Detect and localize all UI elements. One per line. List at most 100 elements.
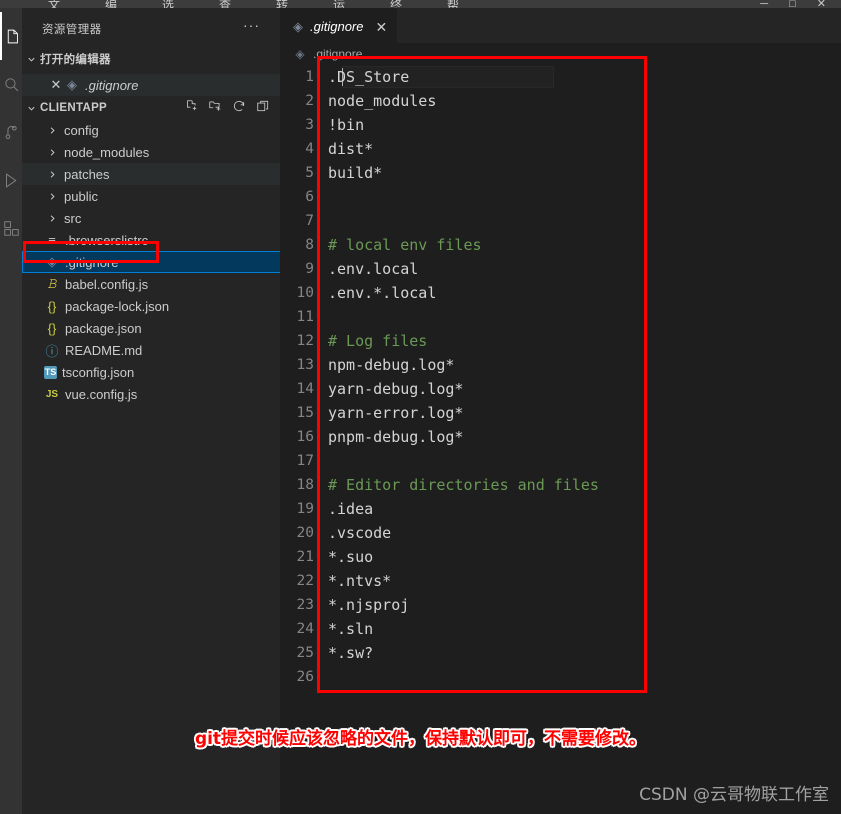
code-text: build* [328, 164, 383, 182]
code-text: node_modules [328, 92, 437, 110]
code-line[interactable]: 17 [280, 449, 841, 473]
chevron-down-icon [22, 54, 40, 65]
explorer-title-bar: 资源管理器 ··· [22, 17, 280, 40]
editor-group: ◈ .gitignore ✕ ◈ .gitignore 1 .DS_Store 2 n… [280, 8, 841, 814]
new-file-icon[interactable] [184, 99, 198, 118]
explorer-icon[interactable] [0, 12, 22, 60]
code-line[interactable]: 8 # local env files [280, 233, 841, 257]
code-line[interactable]: 1 .DS_Store [280, 65, 841, 89]
tab-close-icon[interactable]: ✕ [375, 20, 387, 34]
line-number: 17 [296, 453, 314, 469]
code-line[interactable]: 20 .vscode [280, 521, 841, 545]
code-line[interactable]: 4 dist* [280, 137, 841, 161]
tree-item-label: vue.config.js [65, 386, 138, 402]
project-section-header[interactable]: CLIENTAPP [22, 97, 280, 119]
menu-item-6[interactable]: 终端 [390, 0, 403, 8]
breadcrumb-label: .gitignore [313, 47, 363, 61]
code-line[interactable]: 24 *.sln [280, 617, 841, 641]
code-line[interactable]: 14 yarn-debug.log* [280, 377, 841, 401]
tree-item-label: README.md [65, 342, 143, 358]
code-line[interactable]: 2 node_modules [280, 89, 841, 113]
tree-item-tsconfig-json[interactable]: TS tsconfig.json [22, 361, 302, 383]
code-line[interactable]: 19 .idea [280, 497, 841, 521]
git-icon: ◈ [67, 77, 77, 92]
code-line[interactable]: 23 *.njsproj [280, 593, 841, 617]
code-text: *.njsproj [328, 596, 410, 614]
git-icon: ◈ [295, 47, 305, 61]
vscode-window: 文件 编辑 选择 查看 转到 运行 终端 帮助 ─ □ ✕ [0, 0, 841, 814]
tree-item-readme-md[interactable]: ⓘ README.md [22, 339, 302, 361]
open-editors-section-header[interactable]: 打开的编辑器 [22, 48, 280, 70]
code-line[interactable]: 5 build* [280, 161, 841, 185]
tab-label: .gitignore [310, 19, 364, 34]
tree-item-patches[interactable]: patches [22, 163, 302, 185]
menu-bar[interactable]: 文件 编辑 选择 查看 转到 运行 终端 帮助 ─ □ ✕ [0, 0, 841, 10]
code-line[interactable]: 3 !bin [280, 113, 841, 137]
tree-item-public[interactable]: public [22, 185, 302, 207]
new-folder-icon[interactable] [208, 99, 222, 118]
menu-item-1[interactable]: 编辑 [105, 0, 118, 8]
tree-item-babel-config-js[interactable]: 𝙱babel.config.js [22, 273, 302, 295]
code-line[interactable]: 18 # Editor directories and files [280, 473, 841, 497]
menu-item-5[interactable]: 运行 [333, 0, 346, 8]
menu-item-7[interactable]: 帮助 [447, 0, 460, 8]
file-type-icon: JS [45, 388, 59, 400]
menu-item-4[interactable]: 转到 [276, 0, 289, 8]
code-line[interactable]: 11 [280, 305, 841, 329]
code-line[interactable]: 6 [280, 185, 841, 209]
code-text: yarn-error.log* [328, 404, 464, 422]
tree-item-package-json[interactable]: {} package.json [22, 317, 302, 339]
code-text: *.sw? [328, 644, 374, 662]
file-type-icon: {} [47, 320, 57, 336]
code-line[interactable]: 13 npm-debug.log* [280, 353, 841, 377]
code-line[interactable]: 16 pnpm-debug.log* [280, 425, 841, 449]
chevron-right-icon [44, 166, 60, 182]
collapse-all-icon[interactable] [256, 99, 270, 118]
tree-item-label: config [64, 122, 99, 138]
line-number: 13 [296, 357, 314, 373]
tree-item-src[interactable]: src [22, 207, 302, 229]
open-editor-item-gitignore[interactable]: ✕ ◈ .gitignore [22, 74, 306, 96]
menu-item-3[interactable]: 查看 [219, 0, 232, 8]
line-number: 8 [305, 237, 314, 253]
menu-item-0[interactable]: 文件 [48, 0, 61, 8]
search-icon[interactable] [0, 60, 22, 108]
line-number: 23 [296, 597, 314, 613]
tree-item-config[interactable]: config [22, 119, 302, 141]
code-editor[interactable]: 1 .DS_Store 2 node_modules 3 !bin 4 dist* 5 build… [280, 65, 841, 814]
tree-item-vue-config-js[interactable]: JS vue.config.js [22, 383, 302, 405]
window-controls[interactable]: ─ □ ✕ [760, 0, 835, 10]
code-line[interactable]: 9 .env.local [280, 257, 841, 281]
code-line[interactable]: 7 [280, 209, 841, 233]
explorer-sidebar: 资源管理器 ··· 打开的编辑器 ✕ ◈ .gitignore CLIENTAP… [22, 8, 306, 814]
line-number: 22 [296, 573, 314, 589]
source-control-icon[interactable] [0, 108, 22, 156]
run-debug-icon[interactable] [0, 156, 22, 204]
open-editor-item-label: .gitignore [85, 77, 139, 93]
code-line[interactable]: 10 .env.*.local [280, 281, 841, 305]
code-line[interactable]: 25 *.sw? [280, 641, 841, 665]
tree-item-package-lock-json[interactable]: {} package-lock.json [22, 295, 302, 317]
line-number: 25 [296, 645, 314, 661]
line-number: 6 [305, 189, 314, 205]
code-text: # Log files [328, 332, 428, 350]
tree-item-node-modules[interactable]: node_modules [22, 141, 302, 163]
code-line[interactable]: 22 *.ntvs* [280, 569, 841, 593]
menu-item-2[interactable]: 选择 [162, 0, 175, 8]
close-icon[interactable]: ✕ [48, 77, 64, 93]
code-text: *.sln [328, 620, 374, 638]
breadcrumb[interactable]: ◈ .gitignore [280, 43, 841, 65]
code-line[interactable]: 26 [280, 665, 841, 689]
code-line[interactable]: 12 # Log files [280, 329, 841, 353]
line-number: 9 [305, 261, 314, 277]
code-line[interactable]: 15 yarn-error.log* [280, 401, 841, 425]
tree-item-browserslistrc[interactable]: ≡ .browserslistrc [22, 229, 302, 251]
tree-item-gitignore[interactable]: ◈ .gitignore [22, 251, 302, 273]
extensions-icon[interactable] [0, 204, 22, 252]
explorer-more-actions-icon[interactable]: ··· [243, 17, 260, 33]
tab-gitignore[interactable]: ◈ .gitignore ✕ [280, 8, 399, 44]
refresh-icon[interactable] [232, 99, 246, 118]
line-number: 4 [305, 141, 314, 157]
code-line[interactable]: 21 *.suo [280, 545, 841, 569]
line-number: 15 [296, 405, 314, 421]
